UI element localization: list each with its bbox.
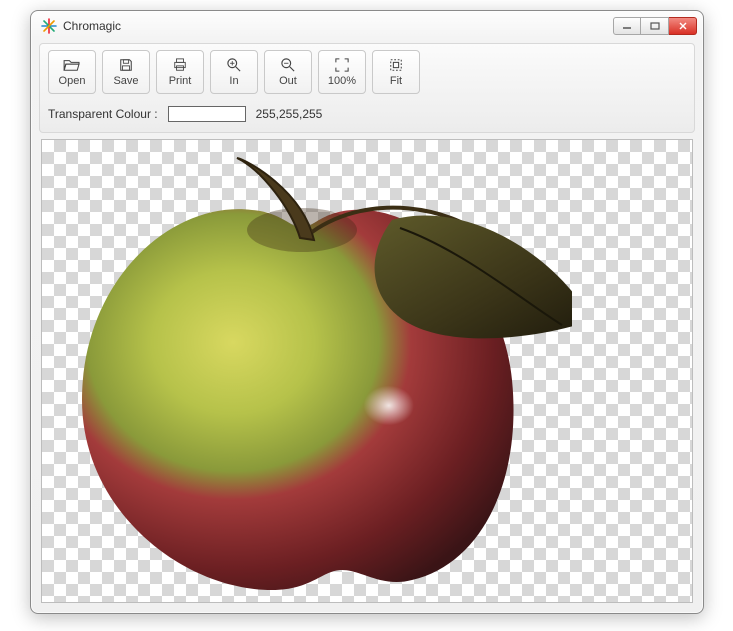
app-window: Chromagic Open [30,10,704,614]
transparent-color-swatch[interactable] [168,106,246,122]
folder-open-icon [63,57,81,73]
close-button[interactable] [669,17,697,35]
app-icon [41,18,57,34]
zoom-100-button[interactable]: 100% [318,50,366,94]
zoom-100-label: 100% [328,75,356,87]
canvas-image [52,150,572,600]
open-button[interactable]: Open [48,50,96,94]
transparent-color-label: Transparent Colour : [48,107,158,121]
window-controls [613,17,697,35]
transparent-color-value: 255,255,255 [256,107,323,121]
zoom-out-button[interactable]: Out [264,50,312,94]
actual-size-icon [333,57,351,73]
minimize-button[interactable] [613,17,641,35]
floppy-disk-icon [117,57,135,73]
image-canvas[interactable] [41,139,693,603]
zoom-out-label: Out [279,75,297,87]
save-label: Save [113,75,138,87]
zoom-in-button[interactable]: In [210,50,258,94]
fit-icon [387,57,405,73]
print-button[interactable]: Print [156,50,204,94]
print-label: Print [169,75,192,87]
zoom-out-icon [279,57,297,73]
fit-label: Fit [390,75,402,87]
save-button[interactable]: Save [102,50,150,94]
maximize-button[interactable] [641,17,669,35]
toolbar: Open Save Print In [48,50,686,102]
fit-button[interactable]: Fit [372,50,420,94]
toolbar-area: Open Save Print In [39,43,695,133]
open-label: Open [59,75,86,87]
window-title: Chromagic [63,19,121,33]
zoom-in-icon [225,57,243,73]
options-bar: Transparent Colour : 255,255,255 [48,102,686,122]
titlebar[interactable]: Chromagic [31,11,703,41]
printer-icon [171,57,189,73]
zoom-in-label: In [229,75,238,87]
